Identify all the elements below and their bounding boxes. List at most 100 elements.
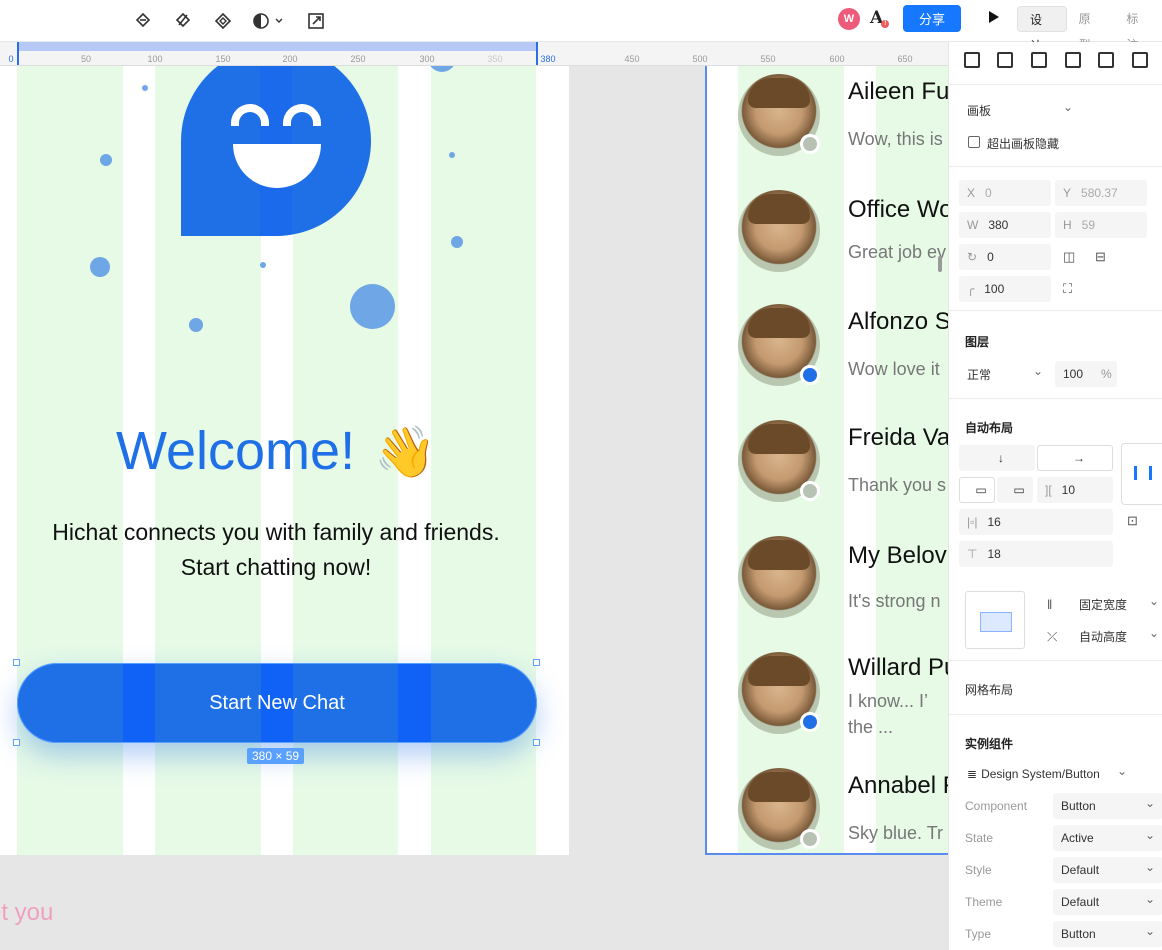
detach-icon[interactable] [171,9,195,33]
tab-design[interactable]: 设计 [1017,6,1067,53]
flip-horizontal-icon[interactable]: ◫ [1063,249,1075,265]
align-top-icon[interactable] [1064,52,1081,68]
height-field[interactable]: H 59 [1055,212,1147,238]
align-left-icon[interactable] [963,52,980,68]
font-warning-icon[interactable]: A [870,8,890,28]
align-center-h-icon[interactable] [997,52,1014,68]
prop-select[interactable]: Active [1053,825,1162,851]
last-message: Great job ev [848,242,947,262]
ruler-tick: 250 [350,54,366,64]
wrap-off-button[interactable]: ▭ [959,477,995,503]
wrap-on-button[interactable]: ▭ [997,477,1033,503]
scrollbar-thumb[interactable] [938,256,942,272]
clip-content-label: 超出画板隐藏 [987,137,1060,151]
padding-individual-icon[interactable]: ⊡ [1127,513,1138,529]
prop-select[interactable]: Default [1053,857,1162,883]
start-new-chat-selection[interactable]: Start New Chat 380 × 59 [13,659,540,764]
ruler-tick: 350 [487,54,503,64]
last-message: Wow, this is [848,129,943,149]
gap-field[interactable]: ][10 [1037,477,1113,503]
tab-annotate[interactable]: 标注 [1114,6,1162,52]
prop-select[interactable]: Button [1053,793,1162,819]
welcome-subtitle: Hichat connects you with family and frie… [0,515,552,585]
start-new-chat-button[interactable]: Start New Chat [17,663,537,743]
prop-label: Theme [965,895,1003,909]
decor-dot [260,262,266,268]
width-mode-select[interactable]: 固定宽度 [1071,591,1162,617]
instance-component-select[interactable]: ≣ Design System/Button [959,761,1135,787]
instance-section: 实例组件 ≣Design System/Button Component But… [949,714,1162,950]
decor-dot [350,284,395,329]
tab-prototype[interactable]: 原型 [1067,6,1115,52]
share-button[interactable]: 分享 [903,5,961,32]
flip-vertical-icon[interactable]: ⊟ [1095,249,1106,265]
smiley-mouth [233,144,321,188]
welcome-artboard[interactable]: Welcome! 👋 Hichat connects you with fami… [0,66,569,855]
contact-name: Office Wo [848,196,948,223]
subtitle-line: Hichat connects you with family and frie… [52,519,500,545]
resize-handle[interactable] [533,739,540,746]
layer-section: 图层 正常 100% [949,310,1162,398]
align-bottom-icon[interactable] [1132,52,1149,68]
rotation-field[interactable]: ↻ 0 [959,244,1051,270]
ruler-selection-start [17,42,19,65]
grid-layout-section: 网格布局 [949,660,1162,714]
fixed-width-icon: ‖ [1047,597,1053,612]
decor-dot [449,152,455,158]
corner-radius-field[interactable]: ╭ 100 [959,276,1051,302]
contact-name: Aileen Fu [848,78,948,105]
padding-h-icon: |▫| [967,515,978,529]
contact-avatar [738,190,820,272]
opacity-field[interactable]: 100% [1055,361,1117,387]
resize-handle[interactable] [533,659,540,666]
padding-horizontal-field[interactable]: |▫| 16 [959,509,1113,535]
export-icon[interactable] [304,9,328,33]
ruler-tick: 380 [540,54,556,64]
independent-corners-icon[interactable]: ⛶ [1063,281,1072,297]
play-icon[interactable] [989,11,999,23]
prop-select[interactable]: Button [1053,921,1162,947]
status-indicator [800,829,820,849]
prop-label: Style [965,863,992,877]
resizing-preview[interactable] [965,591,1025,649]
ruler-selection-end [536,42,538,65]
prop-select[interactable]: Default [1053,889,1162,915]
padding-vertical-field[interactable]: ⊤ 18 [959,541,1113,567]
instance-diamond-icon[interactable] [211,9,235,33]
last-message: Wow love it [848,359,940,379]
direction-vertical-button[interactable]: ↓ [959,445,1035,471]
prop-label: Component [965,799,1028,813]
align-center-v-icon[interactable] [1098,52,1115,68]
clip-content-checkbox[interactable] [968,136,980,148]
welcome-heading: Welcome! [116,421,356,481]
direction-horizontal-button[interactable]: → [1037,445,1113,471]
ruler-tick: 500 [692,54,708,64]
resize-handle[interactable] [13,659,20,666]
align-right-icon[interactable] [1031,52,1048,68]
contrast-icon[interactable] [250,9,286,33]
width-field[interactable]: W 380 [959,212,1051,238]
frame-type-select[interactable]: 画板 [959,97,1081,123]
status-indicator [800,365,820,385]
blend-mode-select[interactable]: 正常 [959,361,1051,387]
status-indicator [800,481,820,501]
alignment-matrix[interactable] [1121,443,1162,505]
last-message: I know... I’ [848,691,929,711]
y-field[interactable]: Y 580.37 [1055,180,1147,206]
component-link-icon[interactable] [131,9,155,33]
resize-handle[interactable] [13,739,20,746]
horizontal-ruler: 0 50 100 150 200 250 300 350 380 450 500… [0,42,948,66]
auto-height-icon: ⤫ [1047,629,1058,644]
x-field[interactable]: X0 [959,180,1051,206]
status-indicator [800,134,820,154]
grid-layout-title[interactable]: 网格布局 [965,681,1013,698]
contact-name: Alfonzo S [848,308,948,335]
layer-title: 图层 [965,335,990,349]
last-message: It's strong n [848,591,941,611]
user-avatar[interactable]: W [838,8,860,30]
chat-list-artboard[interactable]: Aileen Fu Wow, this is Office Wo Great j… [705,66,948,855]
ruler-tick: 200 [282,54,298,64]
height-mode-select[interactable]: 自动高度 [1071,623,1162,649]
status-indicator [800,712,820,732]
padding-v-icon: ⊤ [967,547,978,561]
